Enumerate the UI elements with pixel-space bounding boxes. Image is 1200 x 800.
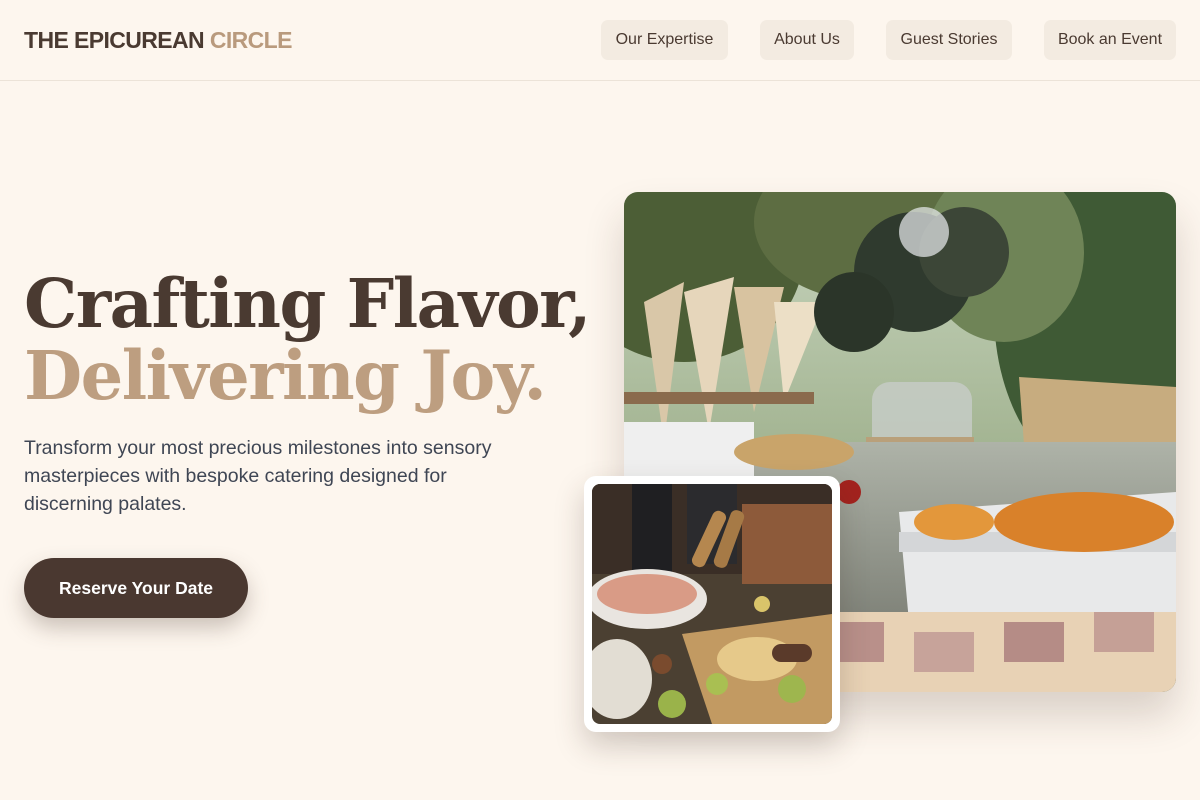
nav-about-us[interactable]: About Us [760, 20, 854, 60]
hero-title: Crafting Flavor, Delivering Joy. [24, 264, 591, 415]
hero-title-line1: Crafting Flavor, [24, 264, 591, 343]
hero-subtitle: Transform your most precious milestones … [24, 437, 492, 515]
nav-our-expertise[interactable]: Our Expertise [601, 20, 728, 60]
reserve-date-button[interactable]: Reserve Your Date [24, 558, 248, 618]
logo-accent-text: CIRCLE [209, 27, 293, 53]
hero-title-line2: Delivering Joy. [24, 336, 547, 415]
buffet-spread-photo [592, 484, 832, 724]
site-header: THE EPICUREAN CIRCLE Our Expertise About… [0, 0, 1200, 81]
nav-guest-stories[interactable]: Guest Stories [886, 20, 1012, 60]
site-logo[interactable]: THE EPICUREAN CIRCLE [24, 27, 292, 54]
nav-book-an-event[interactable]: Book an Event [1044, 20, 1176, 60]
logo-main-text: THE EPICUREAN [24, 27, 205, 53]
inset-photo-card [584, 476, 840, 732]
